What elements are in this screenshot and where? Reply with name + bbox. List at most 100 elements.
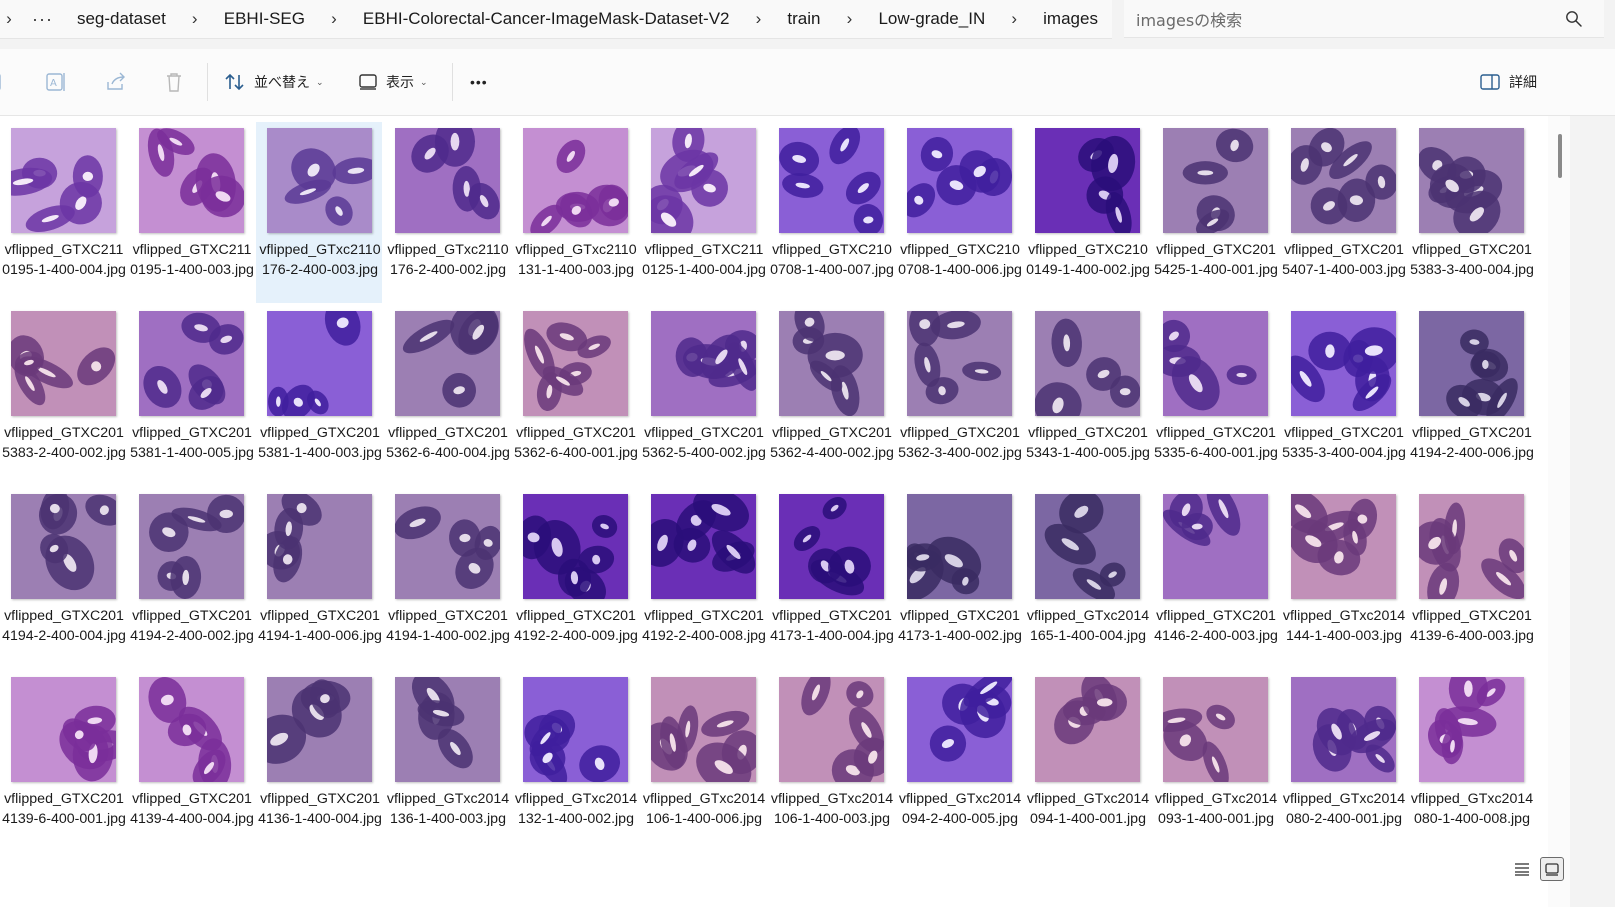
image-thumbnail[interactable] xyxy=(907,677,1012,782)
image-thumbnail[interactable] xyxy=(1035,677,1140,782)
image-thumbnail[interactable] xyxy=(1035,128,1140,233)
image-thumbnail[interactable] xyxy=(651,677,756,782)
image-thumbnail[interactable] xyxy=(1291,494,1396,599)
file-item[interactable]: vflipped_GTxc2014093-1-400-001.jpg xyxy=(1152,671,1278,852)
image-thumbnail[interactable] xyxy=(395,677,500,782)
image-thumbnail[interactable] xyxy=(779,677,884,782)
image-thumbnail[interactable] xyxy=(907,494,1012,599)
file-item[interactable]: vflipped_GTxc2014132-1-400-002.jpg xyxy=(512,671,638,852)
file-item[interactable]: vflipped_GTXC2014194-2-400-006.jpg xyxy=(1408,305,1534,486)
image-thumbnail[interactable] xyxy=(1419,494,1524,599)
image-thumbnail[interactable] xyxy=(651,494,756,599)
file-item[interactable]: vflipped_GTXC2110195-1-400-004.jpg xyxy=(0,122,126,303)
image-thumbnail[interactable] xyxy=(1163,311,1268,416)
breadcrumb-item-seg-dataset[interactable]: seg-dataset xyxy=(63,9,180,29)
file-item[interactable]: vflipped_GTXC2014136-1-400-004.jpg xyxy=(256,671,382,852)
breadcrumb-item-low-grade-in[interactable]: Low-grade_IN xyxy=(864,9,999,29)
rename-button[interactable]: A xyxy=(44,49,68,115)
image-thumbnail[interactable] xyxy=(1291,128,1396,233)
image-thumbnail[interactable] xyxy=(11,494,116,599)
image-thumbnail[interactable] xyxy=(267,494,372,599)
image-thumbnail[interactable] xyxy=(267,677,372,782)
file-item[interactable]: vflipped_GTXC2015381-1-400-003.jpg xyxy=(256,305,382,486)
file-item[interactable]: vflipped_GTxc2110176-2-400-003.jpg xyxy=(256,122,382,303)
file-item[interactable]: vflipped_GTXC2014192-2-400-009.jpg xyxy=(512,488,638,669)
file-item[interactable]: vflipped_GTXC2015425-1-400-001.jpg xyxy=(1152,122,1278,303)
copy-button[interactable] xyxy=(0,49,8,115)
image-thumbnail[interactable] xyxy=(523,677,628,782)
file-item[interactable]: vflipped_GTXC2015343-1-400-005.jpg xyxy=(1024,305,1150,486)
image-thumbnail[interactable] xyxy=(779,494,884,599)
image-thumbnail[interactable] xyxy=(651,311,756,416)
details-view-toggle[interactable] xyxy=(1510,857,1534,881)
file-item[interactable]: vflipped_GTxc2014106-1-400-006.jpg xyxy=(640,671,766,852)
file-item[interactable]: vflipped_GTxc2110131-1-400-003.jpg xyxy=(512,122,638,303)
file-item[interactable]: vflipped_GTXC2015362-4-400-002.jpg xyxy=(768,305,894,486)
image-thumbnail[interactable] xyxy=(523,128,628,233)
file-item[interactable]: vflipped_GTXC2100149-1-400-002.jpg xyxy=(1024,122,1150,303)
breadcrumb-item-train[interactable]: train xyxy=(773,9,834,29)
image-thumbnail[interactable] xyxy=(1163,128,1268,233)
chevron-right-icon[interactable]: › xyxy=(835,9,865,29)
sort-button[interactable]: 並べ替え ⌄ xyxy=(224,49,324,115)
image-thumbnail[interactable] xyxy=(139,494,244,599)
chevron-right-icon[interactable]: › xyxy=(0,9,18,29)
file-item[interactable]: vflipped_GTxc2014094-2-400-005.jpg xyxy=(896,671,1022,852)
chevron-right-icon[interactable]: › xyxy=(999,9,1029,29)
more-options-button[interactable]: ••• xyxy=(470,49,488,115)
file-item[interactable]: vflipped_GTXC2015407-1-400-003.jpg xyxy=(1280,122,1406,303)
breadcrumb-item-images[interactable]: images xyxy=(1029,9,1112,29)
file-item[interactable]: vflipped_GTxc2014165-1-400-004.jpg xyxy=(1024,488,1150,669)
file-item[interactable]: vflipped_GTxc2014144-1-400-003.jpg xyxy=(1280,488,1406,669)
file-item[interactable]: vflipped_GTXC2014192-2-400-008.jpg xyxy=(640,488,766,669)
image-thumbnail[interactable] xyxy=(1163,677,1268,782)
file-item[interactable]: vflipped_GTxc2014136-1-400-003.jpg xyxy=(384,671,510,852)
vertical-scrollbar[interactable] xyxy=(1548,116,1570,907)
file-item[interactable]: vflipped_GTXC2015381-1-400-005.jpg xyxy=(128,305,254,486)
share-button[interactable] xyxy=(104,49,128,115)
file-item[interactable]: vflipped_GTXC2014194-1-400-002.jpg xyxy=(384,488,510,669)
file-item[interactable]: vflipped_GTXC2014139-6-400-001.jpg xyxy=(0,671,126,852)
image-thumbnail[interactable] xyxy=(779,311,884,416)
image-thumbnail[interactable] xyxy=(1163,494,1268,599)
image-thumbnail[interactable] xyxy=(11,311,116,416)
breadcrumb-overflow-button[interactable]: ··· xyxy=(18,9,63,30)
image-thumbnail[interactable] xyxy=(523,311,628,416)
image-thumbnail[interactable] xyxy=(1419,128,1524,233)
chevron-right-icon[interactable]: › xyxy=(180,9,210,29)
chevron-right-icon[interactable]: › xyxy=(743,9,773,29)
image-thumbnail[interactable] xyxy=(907,311,1012,416)
image-thumbnail[interactable] xyxy=(395,311,500,416)
delete-button[interactable] xyxy=(162,49,186,115)
file-item[interactable]: vflipped_GTXC2015383-2-400-002.jpg xyxy=(0,305,126,486)
image-thumbnail[interactable] xyxy=(907,128,1012,233)
breadcrumb-item-dataset-v2[interactable]: EBHI-Colorectal-Cancer-ImageMask-Dataset… xyxy=(349,9,744,29)
search-icon[interactable] xyxy=(1564,9,1584,29)
image-thumbnail[interactable] xyxy=(395,494,500,599)
file-item[interactable]: vflipped_GTXC2014194-2-400-002.jpg xyxy=(128,488,254,669)
image-thumbnail[interactable] xyxy=(1291,677,1396,782)
image-thumbnail[interactable] xyxy=(267,311,372,416)
file-item[interactable]: vflipped_GTXC2014139-4-400-004.jpg xyxy=(128,671,254,852)
image-thumbnail[interactable] xyxy=(1035,494,1140,599)
file-item[interactable]: vflipped_GTxc2014094-1-400-001.jpg xyxy=(1024,671,1150,852)
file-item[interactable]: vflipped_GTXC2110125-1-400-004.jpg xyxy=(640,122,766,303)
details-button[interactable]: 詳細 xyxy=(1479,49,1537,115)
image-thumbnail[interactable] xyxy=(1291,311,1396,416)
file-item[interactable]: vflipped_GTXC2014194-2-400-004.jpg xyxy=(0,488,126,669)
file-item[interactable]: vflipped_GTxc2014106-1-400-003.jpg xyxy=(768,671,894,852)
image-thumbnail[interactable] xyxy=(779,128,884,233)
file-item[interactable]: vflipped_GTXC2015362-6-400-004.jpg xyxy=(384,305,510,486)
image-thumbnail[interactable] xyxy=(11,128,116,233)
file-item[interactable]: vflipped_GTXC2015383-3-400-004.jpg xyxy=(1408,122,1534,303)
image-thumbnail[interactable] xyxy=(1419,677,1524,782)
scrollbar-thumb[interactable] xyxy=(1558,134,1562,178)
file-item[interactable]: vflipped_GTxc2110176-2-400-002.jpg xyxy=(384,122,510,303)
image-thumbnail[interactable] xyxy=(1419,311,1524,416)
file-item[interactable]: vflipped_GTXC2014173-1-400-004.jpg xyxy=(768,488,894,669)
image-thumbnail[interactable] xyxy=(523,494,628,599)
image-thumbnail[interactable] xyxy=(267,128,372,233)
file-item[interactable]: vflipped_GTXC2014173-1-400-002.jpg xyxy=(896,488,1022,669)
chevron-right-icon[interactable]: › xyxy=(319,9,349,29)
file-item[interactable]: vflipped_GTXC2014146-2-400-003.jpg xyxy=(1152,488,1278,669)
